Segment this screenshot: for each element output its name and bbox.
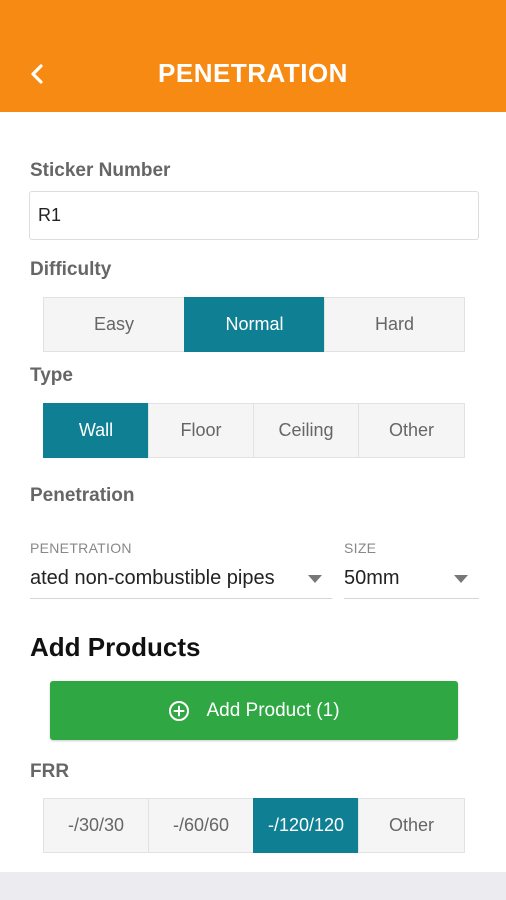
size-caption: SIZE	[344, 540, 377, 556]
frr-option-120[interactable]: -/120/120	[253, 798, 359, 853]
difficulty-selector: Easy Normal Hard	[43, 297, 465, 352]
add-product-label: Add Product (1)	[206, 699, 340, 721]
chevron-down-icon	[308, 575, 322, 583]
penetration-value: ated non-combustible pipes	[30, 567, 275, 589]
type-option-floor[interactable]: Floor	[148, 403, 254, 458]
type-selector: Wall Floor Ceiling Other	[43, 403, 465, 458]
frr-option-other[interactable]: Other	[358, 798, 465, 853]
penetration-caption: PENETRATION	[30, 540, 132, 556]
frr-label: FRR	[30, 761, 70, 782]
sticker-number-input[interactable]	[29, 191, 479, 240]
chevron-down-icon	[454, 575, 468, 583]
difficulty-option-normal[interactable]: Normal	[184, 297, 325, 352]
difficulty-label: Difficulty	[30, 259, 112, 280]
type-option-ceiling[interactable]: Ceiling	[253, 403, 359, 458]
size-value: 50mm	[344, 567, 400, 589]
size-dropdown[interactable]: 50mm	[344, 565, 479, 599]
frr-option-30[interactable]: -/30/30	[43, 798, 149, 853]
penetration-dropdown[interactable]: ated non-combustible pipes	[30, 565, 332, 599]
type-option-other[interactable]: Other	[358, 403, 465, 458]
difficulty-option-hard[interactable]: Hard	[324, 297, 465, 352]
type-label: Type	[30, 365, 73, 386]
type-option-wall[interactable]: Wall	[43, 403, 149, 458]
page-title: PENETRATION	[158, 58, 348, 88]
app-header: PENETRATION	[0, 0, 506, 112]
frr-option-60[interactable]: -/60/60	[148, 798, 254, 853]
frr-selector: -/30/30 -/60/60 -/120/120 Other	[43, 798, 465, 853]
difficulty-option-easy[interactable]: Easy	[43, 297, 185, 352]
sticker-number-label: Sticker Number	[30, 160, 171, 181]
add-products-heading: Add Products	[30, 632, 201, 662]
bottom-bar	[0, 872, 506, 900]
penetration-label: Penetration	[30, 485, 135, 506]
plus-circle-icon	[168, 700, 190, 722]
add-product-button[interactable]: Add Product (1)	[50, 681, 458, 740]
